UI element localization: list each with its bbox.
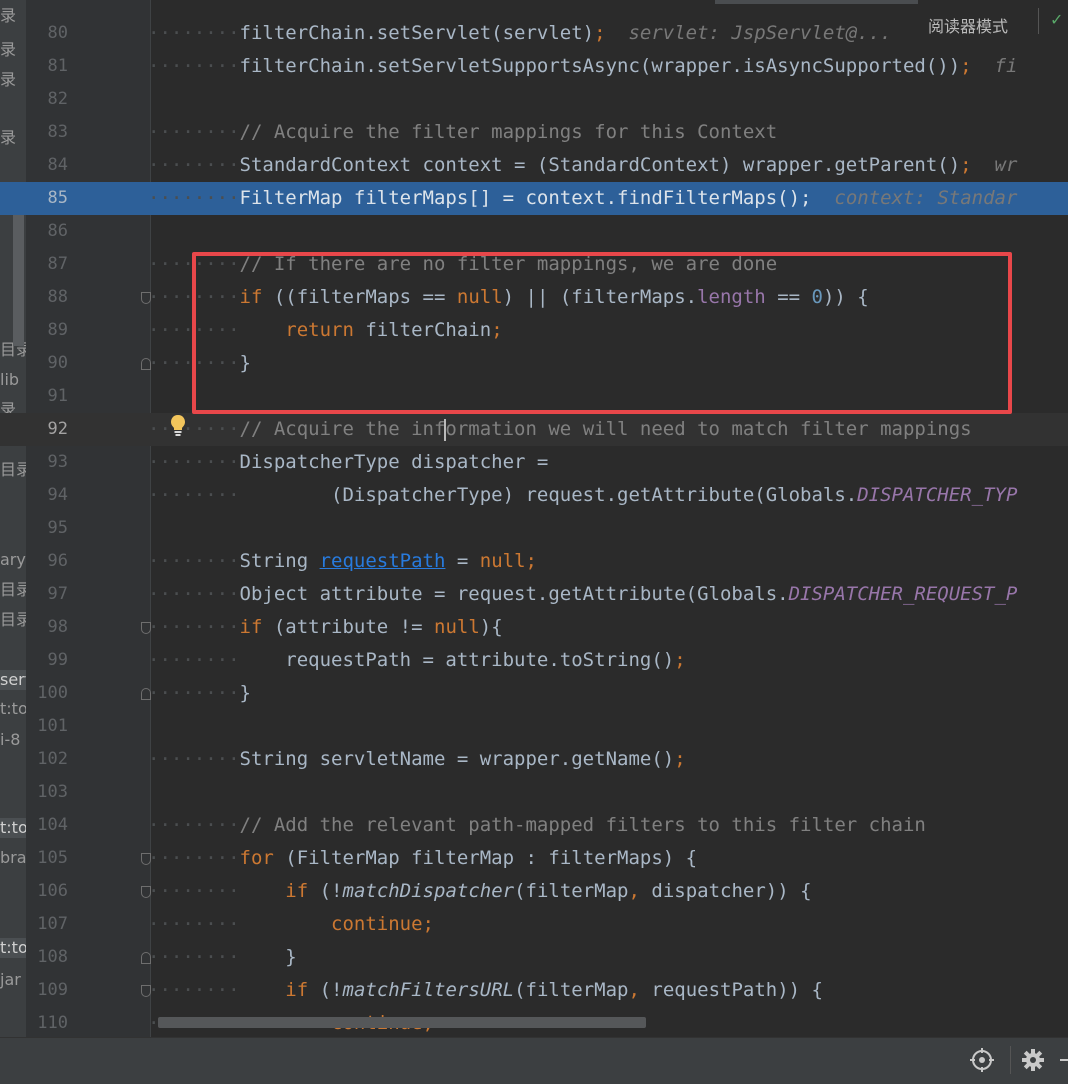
reader-mode-separator [1038, 8, 1039, 34]
line-number[interactable]: 82 [26, 83, 68, 116]
line-number[interactable]: 99 [26, 644, 68, 677]
code-line[interactable]: 95 [0, 512, 1068, 545]
lightbulb-icon[interactable] [168, 413, 188, 437]
code-text[interactable]: ········ if (!matchFiltersURL(filterMap,… [148, 974, 823, 1007]
line-number[interactable]: 102 [26, 743, 68, 776]
code-line[interactable]: 104 ········// Add the relevant path-mapp… [0, 809, 1068, 842]
line-number[interactable]: 110 [26, 1007, 68, 1040]
line-number[interactable]: 105 [26, 842, 68, 875]
code-line[interactable]: 103 [0, 776, 1068, 809]
code-text[interactable]: ········String servletName = wrapper.get… [148, 743, 686, 776]
code-line[interactable]: 108 ········ } [0, 941, 1068, 974]
fold-marker-icon[interactable] [141, 292, 151, 304]
code-line[interactable]: 81 ········filterChain.setServletSupports… [0, 50, 1068, 83]
line-number[interactable]: 89 [26, 314, 68, 347]
code-text[interactable]: ········// Acquire the information we wi… [148, 413, 972, 446]
horizontal-scrollbar[interactable] [158, 1017, 646, 1028]
code-line[interactable]: 99 ········ requestPath = attribute.toStr… [0, 644, 1068, 677]
code-text[interactable]: ········filterChain.setServletSupportsAs… [148, 50, 1017, 83]
line-number[interactable]: 92 [26, 413, 68, 446]
line-number[interactable]: 104 [26, 809, 68, 842]
line-number[interactable]: 85 [26, 182, 68, 215]
line-number[interactable]: 97 [26, 578, 68, 611]
code-text[interactable]: ········FilterMap filterMaps[] = context… [148, 182, 1017, 215]
code-line[interactable]: 101 [0, 710, 1068, 743]
code-line[interactable]: 82 [0, 83, 1068, 116]
status-bar [0, 1037, 1068, 1084]
code-line[interactable]: 83 ········// Acquire the filter mappings… [0, 116, 1068, 149]
line-number[interactable]: 86 [26, 215, 68, 248]
line-number[interactable]: 106 [26, 875, 68, 908]
code-line[interactable]: 94 ········ (DispatcherType) request.getA… [0, 479, 1068, 512]
line-number[interactable]: 109 [26, 974, 68, 1007]
minimize-icon[interactable] [1056, 1046, 1068, 1074]
code-text[interactable]: ········} [148, 677, 251, 710]
code-line[interactable]: 107 ········ continue; [0, 908, 1068, 941]
line-number[interactable]: 84 [26, 149, 68, 182]
reader-mode-toggle[interactable]: 阅读器模式 [928, 13, 1008, 37]
code-line[interactable]: 86 [0, 215, 1068, 248]
code-text[interactable]: ········filterChain.setServlet(servlet);… [148, 17, 892, 50]
code-line[interactable]: 97 ········Object attribute = request.get… [0, 578, 1068, 611]
code-line[interactable]: 80 ········filterChain.setServlet(servlet… [0, 17, 1068, 50]
line-number[interactable]: 87 [26, 248, 68, 281]
code-line[interactable]: 96 ········String requestPath = null; [0, 545, 1068, 578]
status-separator [1010, 1046, 1011, 1074]
line-number[interactable]: 83 [26, 116, 68, 149]
code-line[interactable]: 93 ········DispatcherType dispatcher = [0, 446, 1068, 479]
fold-marker-icon[interactable] [141, 853, 151, 865]
code-line[interactable]: 100 ········} [0, 677, 1068, 710]
line-number[interactable]: 93 [26, 446, 68, 479]
check-icon[interactable]: ✓ [1050, 10, 1063, 29]
line-number[interactable]: 80 [26, 17, 68, 50]
code-text[interactable]: ········ if (!matchDispatcher(filterMap,… [148, 875, 812, 908]
code-text[interactable]: ········ (DispatcherType) request.getAtt… [148, 479, 1017, 512]
line-number[interactable]: 101 [26, 710, 68, 743]
code-text[interactable]: ········ } [148, 941, 297, 974]
gear-icon[interactable] [1019, 1046, 1047, 1074]
line-number[interactable]: 98 [26, 611, 68, 644]
line-number[interactable]: 94 [26, 479, 68, 512]
fold-marker-icon[interactable] [141, 952, 151, 964]
fold-marker-icon[interactable] [141, 985, 151, 997]
code-line[interactable]: 105 ········for (FilterMap filterMap : fi… [0, 842, 1068, 875]
code-line[interactable]: 85 ········FilterMap filterMaps[] = conte… [0, 182, 1068, 215]
target-icon[interactable] [968, 1046, 996, 1074]
line-number[interactable]: 108 [26, 941, 68, 974]
line-number[interactable]: 88 [26, 281, 68, 314]
fold-marker-icon[interactable] [141, 886, 151, 898]
code-text[interactable]: ········String requestPath = null; [148, 545, 537, 578]
line-number[interactable]: 81 [26, 50, 68, 83]
fold-marker-icon[interactable] [141, 688, 151, 700]
code-text[interactable]: ········ continue; [148, 908, 434, 941]
annotation-highlight-box [192, 252, 1012, 414]
code-line[interactable]: 109 ········ if (!matchFiltersURL(filterM… [0, 974, 1068, 1007]
line-number[interactable]: 91 [26, 380, 68, 413]
code-line[interactable]: 84 ········StandardContext context = (Sta… [0, 149, 1068, 182]
code-text[interactable]: ········StandardContext context = (Stand… [148, 149, 1017, 182]
line-number[interactable]: 95 [26, 512, 68, 545]
line-number[interactable]: 103 [26, 776, 68, 809]
line-number[interactable]: 96 [26, 545, 68, 578]
fold-marker-icon[interactable] [141, 358, 151, 370]
code-text[interactable]: ········ requestPath = attribute.toStrin… [148, 644, 686, 677]
code-text[interactable]: ········DispatcherType dispatcher = [148, 446, 548, 479]
code-line[interactable]: 92 ········// Acquire the information we … [0, 413, 1068, 446]
line-number[interactable]: 90 [26, 347, 68, 380]
code-line[interactable]: 102 ········String servletName = wrapper.… [0, 743, 1068, 776]
reader-mode-bar[interactable]: 阅读器模式 ✓ [918, 0, 1068, 44]
code-line[interactable]: 98 ········if (attribute != null){ [0, 611, 1068, 644]
code-text[interactable]: ········Object attribute = request.getAt… [148, 578, 1017, 611]
line-number[interactable]: 100 [26, 677, 68, 710]
code-text[interactable]: ········for (FilterMap filterMap : filte… [148, 842, 697, 875]
code-text[interactable]: ········// Acquire the filter mappings f… [148, 116, 777, 149]
code-line[interactable]: 106 ········ if (!matchDispatcher(filterM… [0, 875, 1068, 908]
line-number[interactable]: 107 [26, 908, 68, 941]
code-text[interactable]: ········// Add the relevant path-mapped … [148, 809, 926, 842]
fold-marker-icon[interactable] [141, 622, 151, 634]
code-text[interactable]: ········if (attribute != null){ [148, 611, 503, 644]
